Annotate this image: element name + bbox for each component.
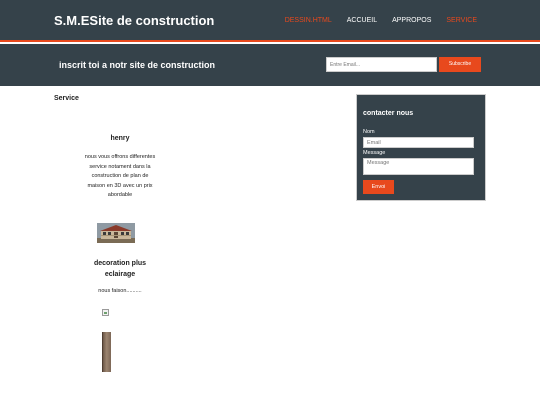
nav-link-accueil[interactable]: ACCUEIL [347,17,377,24]
send-button[interactable]: Envoi [363,180,394,194]
message-field[interactable] [363,158,474,175]
service-description-decoration: nous faison.......... [98,288,142,294]
broken-image-icon [102,309,109,316]
message-label: Message [363,150,386,156]
nav-link-dessin[interactable]: DESSIN.HTML [285,17,332,24]
newsletter-bar: inscrit toi a notr site de construction … [0,44,540,86]
newsletter-email-input[interactable] [326,57,437,72]
email-field[interactable] [363,137,474,148]
house-image [97,223,135,243]
name-label: Nom [363,129,375,135]
page-title: Service [54,95,79,102]
service-name-decoration: decoration plus eclairage [93,260,147,278]
service-name-henry: henry [110,135,130,142]
nav-link-appropos[interactable]: APPROPOS [392,17,431,24]
site-header: S.M.ESite de construction DESSIN.HTML AC… [0,0,540,42]
contact-sidebar: contacter nous Nom Message Envoi [356,94,486,201]
contact-title: contacter nous [363,110,414,117]
nav-link-service[interactable]: SERVICE [446,17,477,24]
brand-name: Site de construction [89,13,215,28]
brand-prefix: S.M.E [54,13,90,28]
main-nav: DESSIN.HTML ACCUEIL APPROPOS SERVICE [270,17,477,24]
subscribe-button[interactable]: Subscribe [439,57,481,72]
interior-image [102,332,111,372]
site-branding: S.M.ESite de construction [54,13,214,28]
newsletter-title: inscrit toi a notr site de construction [59,60,216,70]
service-description-henry: nous vous offrons differentes service no… [84,154,156,198]
